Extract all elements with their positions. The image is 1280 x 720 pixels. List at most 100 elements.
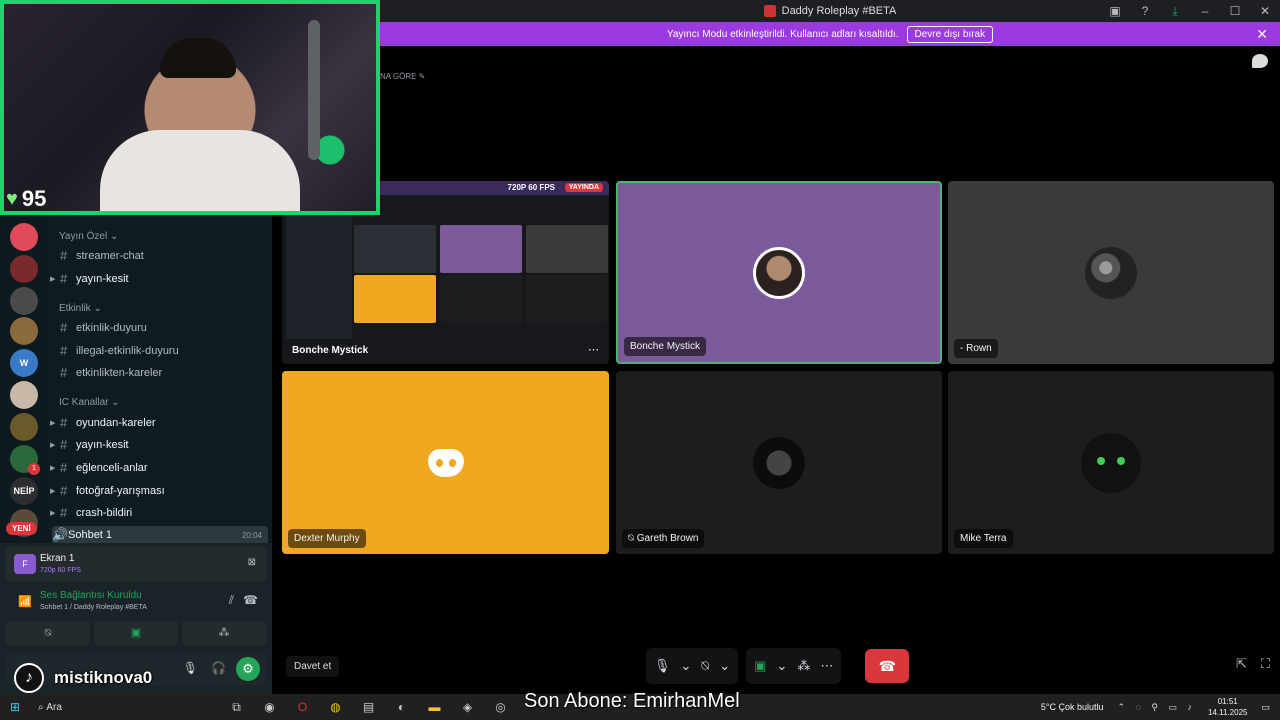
server-icon[interactable] bbox=[10, 381, 38, 409]
disable-streamer-mode-button[interactable]: Devre dışı bırak bbox=[906, 25, 994, 43]
banner-message: Yayıncı Modu etkinleştirildi. Kullanıcı … bbox=[666, 28, 899, 40]
call-controls: 🎙 ⌄ ⍉ ⌄ ▣ ⌄ ⁂ ⋯ ☎ bbox=[646, 648, 910, 684]
channel-crash-bildiri[interactable]: ▶ # crash-bildiri bbox=[50, 505, 132, 520]
download-icon[interactable]: ⤓ bbox=[1160, 4, 1190, 19]
channel-oyundan-kareler[interactable]: ▶ # oyundan-kareler bbox=[50, 415, 156, 430]
stop-sharing-icon[interactable]: ⊠ bbox=[248, 557, 256, 568]
channel-etkinlik-duyuru[interactable]: # etkinlik-duyuru bbox=[50, 320, 147, 335]
headphones-icon[interactable]: 🎧 bbox=[211, 661, 226, 675]
channel-eglenceli-anlar[interactable]: ▶ # eğlenceli-anlar bbox=[50, 460, 148, 475]
participant-tile-bonche[interactable]: Bonche Mystick bbox=[616, 181, 942, 364]
more-options-icon[interactable]: ⋯ bbox=[588, 343, 599, 356]
activities-icon[interactable]: ⁂ bbox=[797, 658, 810, 674]
opera-app-icon[interactable]: O bbox=[286, 700, 319, 714]
server-icon[interactable] bbox=[10, 413, 38, 441]
chat-bubble-icon[interactable] bbox=[1252, 54, 1268, 68]
chrome-app-icon[interactable]: ◍ bbox=[319, 700, 352, 714]
channel-yayin-kesit[interactable]: ▶ # yayın-kesit bbox=[50, 271, 129, 286]
voice-timer: 20:04 bbox=[241, 530, 262, 540]
category-yayin-ozel[interactable]: Yayın Özel ⌄ bbox=[59, 231, 118, 242]
maximize-button[interactable]: ☐ bbox=[1220, 4, 1250, 18]
help-icon[interactable]: ? bbox=[1130, 4, 1160, 18]
discord-app-icon[interactable]: ◉ bbox=[253, 700, 286, 714]
new-badge: YENİ bbox=[6, 522, 37, 535]
voice-channel-sohbet-1[interactable]: 🔊 Sohbet 1 20:04 bbox=[52, 526, 268, 544]
microphone-icon[interactable]: 🎙 bbox=[183, 661, 198, 675]
channel-illegal-etkinlik-duyuru[interactable]: # illegal-etkinlik-duyuru bbox=[50, 343, 179, 358]
participant-tile-mike[interactable]: Mike Terra bbox=[948, 371, 1274, 554]
app-icon[interactable]: ◈ bbox=[451, 700, 484, 714]
taskbar-clock[interactable]: 01:51 14.11.2025 bbox=[1208, 696, 1247, 718]
channel-streamer-chat[interactable]: # streamer-chat bbox=[50, 248, 144, 263]
weather-widget[interactable]: 5°C Çok bulutlu bbox=[1041, 702, 1104, 712]
tiktok-overlay: ♪ mistiknova0 bbox=[14, 662, 152, 694]
camera-off-icon: ⍉ bbox=[628, 533, 637, 544]
active-screen-share[interactable]: F Ekran 1 720p 60 FPS ⊠ bbox=[6, 547, 266, 581]
avatar bbox=[1085, 246, 1137, 299]
channel-fotograf-yarismasi[interactable]: ▶ # fotoğraf-yarışması bbox=[50, 483, 165, 498]
chevron-down-icon[interactable]: ⌄ bbox=[681, 658, 692, 674]
voice-status-subtitle: Sohbet 1 / Daddy Roleplay #BETA bbox=[40, 604, 147, 611]
more-options-icon[interactable]: ⋯ bbox=[820, 658, 833, 674]
close-window-button[interactable]: ✕ bbox=[1250, 4, 1280, 18]
channel-label: yayın-kesit bbox=[76, 272, 129, 285]
channel-label: oyundan-kareler bbox=[76, 416, 156, 429]
obs-app-icon[interactable]: ◎ bbox=[484, 700, 517, 714]
gear-icon[interactable]: ⚙ bbox=[236, 657, 260, 681]
participant-tile-rown[interactable]: - Rown bbox=[948, 181, 1274, 364]
invite-button[interactable]: Davet et bbox=[286, 656, 340, 677]
taskbar-search[interactable]: ⌕ Ara bbox=[30, 694, 220, 720]
heart-counter: ♥ 95 bbox=[6, 186, 46, 212]
microphone-icon[interactable]: 🎙 bbox=[654, 658, 671, 674]
search-icon: ⌕ bbox=[38, 701, 47, 713]
clock-time: 01:51 bbox=[1217, 697, 1238, 706]
channel-yayin-kesit-ic[interactable]: ▶ # yayın-kesit bbox=[50, 437, 129, 452]
channel-label: yayın-kesit bbox=[76, 438, 129, 451]
camera-toggle-button[interactable]: ⍉ bbox=[6, 621, 90, 645]
app-icon[interactable]: ▤ bbox=[352, 700, 385, 714]
task-view-icon[interactable]: ⧉ bbox=[220, 700, 253, 715]
stream-preview-tile bbox=[440, 225, 522, 273]
tile-name: Bonche Mystick bbox=[292, 345, 369, 356]
app-icon[interactable]: ◐ bbox=[385, 700, 418, 714]
screen-share-icon[interactable]: ▣ bbox=[754, 658, 766, 674]
channel-label: illegal-etkinlik-duyuru bbox=[76, 344, 179, 357]
notification-icon[interactable]: ▭ bbox=[1261, 702, 1270, 713]
windows-start-icon[interactable]: ⊞ bbox=[0, 700, 30, 714]
server-icon[interactable] bbox=[10, 287, 38, 315]
participant-tile-dexter[interactable]: Dexter Murphy bbox=[282, 371, 609, 554]
participant-tile-gareth[interactable]: ⍉ Gareth Brown bbox=[616, 371, 942, 554]
banner-close-icon[interactable]: ✕ bbox=[1256, 26, 1268, 43]
stream-preview-tile bbox=[354, 275, 436, 323]
screen-share-app-icon: F bbox=[14, 554, 36, 574]
screen-share-button[interactable]: ▣ bbox=[94, 621, 178, 645]
minimize-button[interactable]: – bbox=[1190, 4, 1220, 18]
webcam-overlay: ♥ 95 bbox=[0, 0, 380, 215]
server-icon[interactable] bbox=[10, 223, 38, 251]
chevron-down-icon[interactable]: ⌄ bbox=[719, 658, 730, 674]
category-ic-kanallar[interactable]: IC Kanallar ⌄ bbox=[59, 397, 120, 408]
tray-icons[interactable]: ⌃ ◌ ⚲ ▭ ♪ bbox=[1118, 702, 1197, 713]
file-explorer-icon[interactable]: ▬ bbox=[418, 700, 451, 714]
category-label: IC Kanallar bbox=[59, 397, 109, 408]
server-icon[interactable]: W bbox=[10, 349, 38, 377]
popout-icon[interactable]: ⇱ bbox=[1236, 656, 1247, 672]
server-icon-neip[interactable]: NEİP bbox=[10, 477, 38, 505]
channel-etkinlikten-kareler[interactable]: # etkinlikten-kareler bbox=[50, 365, 162, 380]
fullscreen-icon[interactable]: ⛶ bbox=[1261, 656, 1270, 672]
activities-button[interactable]: ⁂ bbox=[182, 621, 266, 645]
server-icon[interactable] bbox=[10, 255, 38, 283]
chevron-down-icon[interactable]: ⌄ bbox=[776, 658, 787, 674]
disconnect-button[interactable]: ☎ bbox=[865, 649, 910, 683]
camera-off-icon[interactable]: ⍉ bbox=[701, 658, 709, 674]
disconnect-icon[interactable]: ☎ bbox=[243, 593, 258, 607]
server-icon[interactable] bbox=[10, 317, 38, 345]
tile-name: Bonche Mystick bbox=[624, 337, 707, 356]
inbox-icon[interactable]: ▣ bbox=[1100, 4, 1130, 18]
noise-suppression-icon[interactable]: ⫽ bbox=[229, 593, 234, 608]
share-control-group: ▣ ⌄ ⁂ ⋯ bbox=[746, 648, 842, 684]
signal-icon: 📶 bbox=[18, 596, 32, 608]
last-subscriber-overlay: Son Abone: EmirhanMel bbox=[524, 690, 740, 712]
category-etkinlik[interactable]: Etkinlik ⌄ bbox=[59, 303, 102, 314]
channel-topic: NA GÖRE ✎ bbox=[380, 72, 426, 81]
